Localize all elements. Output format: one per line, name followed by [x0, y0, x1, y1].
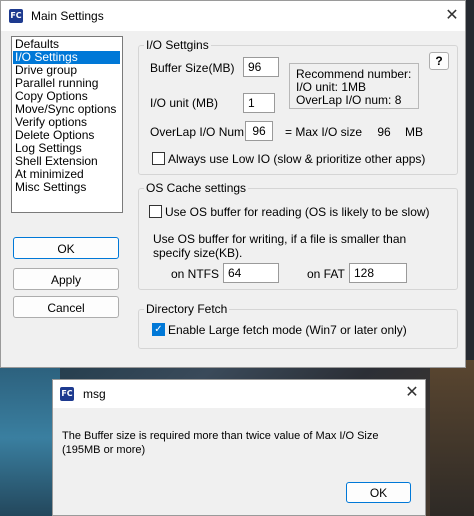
directory-fetch-group-label: Directory Fetch — [144, 302, 230, 316]
os-cache-group-label: OS Cache settings — [144, 181, 249, 195]
buffer-size-field[interactable]: 96 — [243, 57, 279, 77]
close-icon[interactable]: ✕ — [441, 5, 463, 27]
category-item[interactable]: Misc Settings — [15, 181, 86, 194]
ntfs-label: on NTFS — [171, 267, 220, 281]
overlap-field[interactable]: 96 — [245, 121, 273, 141]
window-title: Main Settings — [31, 9, 104, 23]
title-bar[interactable]: FC Main Settings ✕ — [1, 1, 465, 31]
msg-ok-button[interactable]: OK — [346, 482, 411, 503]
os-buffer-reading-label[interactable]: Use OS buffer for reading (OS is likely … — [165, 205, 430, 219]
app-icon: FC — [9, 9, 23, 23]
ntfs-field[interactable]: 64 — [223, 263, 279, 283]
io-unit-field[interactable]: 1 — [243, 93, 275, 113]
os-buffer-writing-desc-2: specify size(KB). — [153, 246, 243, 260]
msg-title: msg — [83, 387, 106, 401]
io-settings-group-label: I/O Settgins — [144, 38, 211, 52]
msg-text: The Buffer size is required more than tw… — [62, 430, 379, 456]
max-io-label: = Max I/O size — [285, 125, 363, 139]
ok-button[interactable]: OK — [13, 237, 119, 259]
app-icon: FC — [60, 387, 74, 401]
recommend-line: Recommend number: — [296, 67, 412, 81]
io-unit-label: I/O unit (MB) — [150, 96, 219, 110]
desktop-background-left — [0, 360, 60, 516]
cancel-button[interactable]: Cancel — [13, 296, 119, 318]
main-settings-window: FC Main Settings ✕ Defaults I/O Settings… — [0, 0, 466, 368]
max-io-value: 96 — [377, 125, 391, 139]
os-buffer-writing-desc: Use OS buffer for writing, if a file is … — [153, 232, 407, 246]
large-fetch-label[interactable]: Enable Large fetch mode (Win7 or later o… — [168, 323, 407, 337]
apply-button[interactable]: Apply — [13, 268, 119, 290]
desktop-background-right — [430, 360, 474, 516]
always-low-io-label[interactable]: Always use Low IO (slow & prioritize oth… — [168, 152, 425, 166]
fat-label: on FAT — [307, 267, 345, 281]
help-button[interactable]: ? — [429, 52, 449, 70]
always-low-io-checkbox[interactable] — [152, 152, 165, 165]
fat-field[interactable]: 128 — [349, 263, 407, 283]
msg-title-bar[interactable]: FC msg ✕ — [53, 380, 425, 408]
recommend-line: OverLap I/O num: 8 — [296, 93, 402, 107]
max-io-unit: MB — [405, 125, 423, 139]
overlap-label: OverLap I/O Num — [150, 125, 245, 139]
os-buffer-reading-checkbox[interactable] — [149, 205, 162, 218]
recommend-line: I/O unit: 1MB — [296, 80, 367, 94]
close-icon[interactable]: ✕ — [401, 382, 423, 404]
recommend-box: Recommend number: I/O unit: 1MB OverLap … — [289, 63, 419, 109]
settings-category-list[interactable]: Defaults I/O Settings Drive group Parall… — [11, 36, 123, 213]
large-fetch-checkbox[interactable]: ✓ — [152, 323, 165, 336]
buffer-size-label: Buffer Size(MB) — [150, 61, 235, 75]
msg-dialog: FC msg ✕ The Buffer size is required mor… — [52, 379, 426, 516]
